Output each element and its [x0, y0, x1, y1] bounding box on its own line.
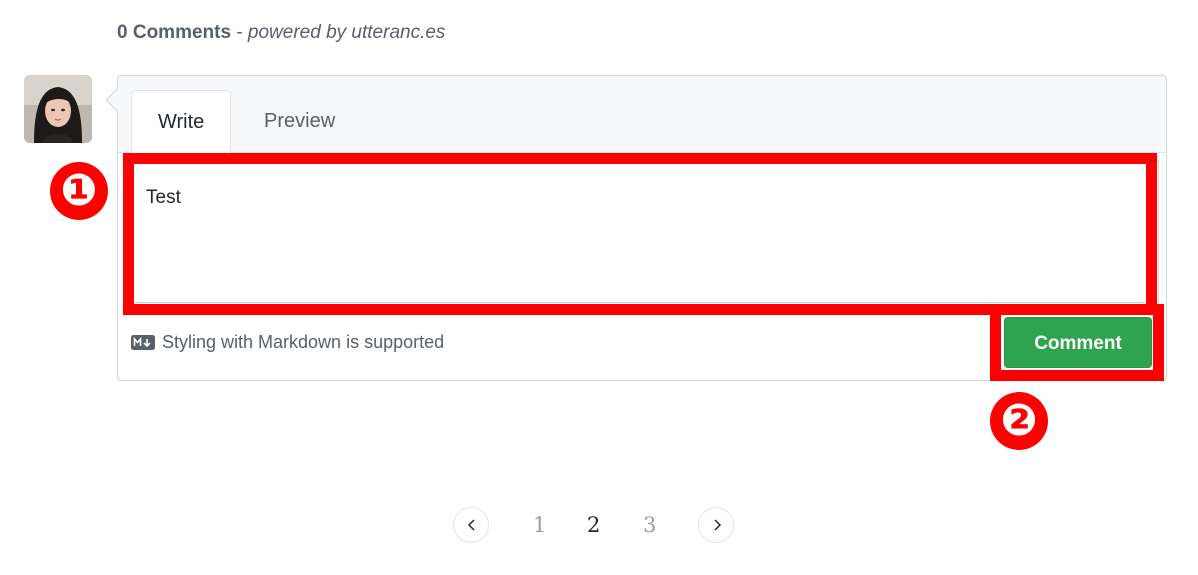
tab-preview[interactable]: Preview — [238, 90, 361, 153]
editor-tab-bar: Write Preview — [118, 76, 1166, 154]
tab-write[interactable]: Write — [131, 90, 232, 154]
annotation-highlight-textarea — [123, 153, 1157, 315]
markdown-icon — [131, 335, 155, 350]
pagination: 1 2 3 — [0, 507, 1198, 543]
annotation-highlight-button — [990, 304, 1164, 381]
chevron-left-icon — [467, 519, 475, 531]
header-separator: - — [236, 22, 243, 43]
avatar-image — [24, 75, 92, 143]
comments-header: 0 Comments - powered by utteranc.es — [117, 22, 445, 44]
powered-by-text: powered by utteranc.es — [247, 22, 446, 43]
chevron-right-icon — [714, 519, 722, 531]
user-avatar[interactable] — [24, 75, 92, 143]
markdown-hint[interactable]: Styling with Markdown is supported — [131, 332, 444, 353]
markdown-hint-text: Styling with Markdown is supported — [162, 332, 445, 352]
page-link-2-current[interactable]: 2 — [587, 513, 600, 537]
previous-page-button[interactable] — [453, 507, 489, 543]
page-link-1[interactable]: 1 — [533, 513, 546, 537]
comment-count: 0 Comments — [117, 22, 232, 43]
annotation-marker-1: ❶ — [50, 162, 108, 220]
page-link-3[interactable]: 3 — [643, 513, 656, 537]
annotation-marker-2: ❷ — [990, 392, 1048, 450]
next-page-button[interactable] — [698, 507, 734, 543]
comments-section: 0 Comments - powered by utteranc.es Writ… — [0, 0, 1198, 575]
